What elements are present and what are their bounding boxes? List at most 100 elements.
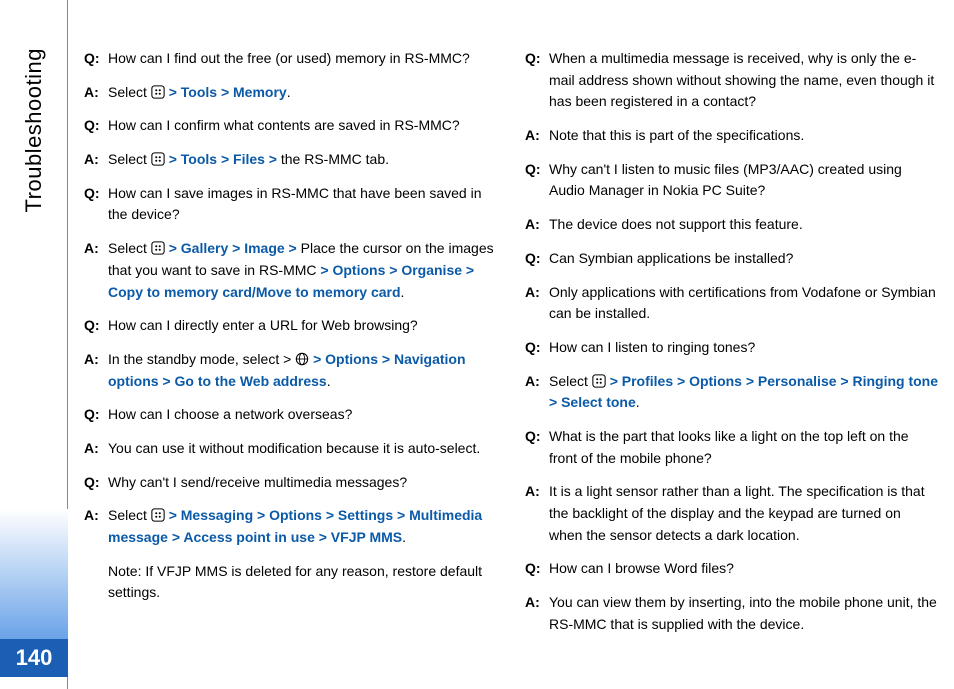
qa-item: A: Note that this is part of the specifi…: [525, 125, 938, 147]
qa-item: Q: Why can't I listen to music files (MP…: [525, 159, 938, 202]
q-label: Q:: [84, 183, 108, 226]
q-text: Why can't I send/receive multimedia mess…: [108, 472, 497, 494]
a-post: .: [402, 529, 406, 545]
note-item: Note: If VFJP MMS is deleted for any rea…: [84, 561, 497, 604]
content-area: Q: How can I find out the free (or used)…: [84, 48, 938, 673]
a-text: Select > Gallery > Image > Place the cur…: [108, 238, 497, 303]
a-text: Only applications with certifications fr…: [549, 282, 938, 325]
a-label: A:: [84, 238, 108, 303]
q-label: Q:: [84, 472, 108, 494]
a-link: > Tools > Files >: [169, 151, 281, 167]
a-text: You can use it without modification beca…: [108, 438, 497, 460]
a-text: Select > Profiles > Options > Personalis…: [549, 371, 938, 414]
a-post: .: [287, 84, 291, 100]
a-text: The device does not support this feature…: [549, 214, 938, 236]
q-text: Can Symbian applications be installed?: [549, 248, 938, 270]
q-text: What is the part that looks like a light…: [549, 426, 938, 469]
section-title-container: Troubleshooting: [0, 0, 68, 400]
qa-item: Q: How can I listen to ringing tones?: [525, 337, 938, 359]
qa-item: A: Select > Tools > Memory.: [84, 82, 497, 104]
q-text: How can I browse Word files?: [549, 558, 938, 580]
qa-item: Q: How can I confirm what contents are s…: [84, 115, 497, 137]
a-label: A:: [525, 125, 549, 147]
a-link: > Messaging > Options > Settings > Multi…: [108, 507, 482, 545]
a-label: A:: [525, 481, 549, 546]
qa-item: Q: How can I directly enter a URL for We…: [84, 315, 497, 337]
menu-key-icon: [151, 240, 165, 254]
q-label: Q:: [525, 337, 549, 359]
qa-item: Q: How can I find out the free (or used)…: [84, 48, 497, 70]
qa-item: A: You can view them by inserting, into …: [525, 592, 938, 635]
qa-item: Q: Can Symbian applications be installed…: [525, 248, 938, 270]
a-text: Select > Tools > Memory.: [108, 82, 497, 104]
note-spacer: [84, 561, 108, 604]
a-post: the RS-MMC tab.: [281, 151, 389, 167]
q-label: Q:: [525, 426, 549, 469]
q-label: Q:: [84, 115, 108, 137]
a-text: In the standby mode, select > > Options …: [108, 349, 497, 392]
page-number: 140: [0, 639, 68, 677]
section-title: Troubleshooting: [21, 48, 47, 212]
q-label: Q:: [84, 315, 108, 337]
qa-item: Q: When a multimedia message is received…: [525, 48, 938, 113]
menu-key-icon: [151, 84, 165, 98]
a-text: Select > Tools > Files > the RS-MMC tab.: [108, 149, 497, 171]
a-label: A:: [525, 282, 549, 325]
q-label: Q:: [525, 248, 549, 270]
qa-item: A: Select > Gallery > Image > Place the …: [84, 238, 497, 303]
a-post: .: [636, 394, 640, 410]
a-label: A:: [84, 438, 108, 460]
a-label: A:: [84, 149, 108, 171]
qa-item: Q: What is the part that looks like a li…: [525, 426, 938, 469]
qa-item: A: Only applications with certifications…: [525, 282, 938, 325]
a-label: A:: [84, 82, 108, 104]
q-text: How can I save images in RS-MMC that hav…: [108, 183, 497, 226]
a-label: A:: [84, 349, 108, 392]
q-text: How can I choose a network overseas?: [108, 404, 497, 426]
q-label: Q:: [525, 558, 549, 580]
q-text: Why can't I listen to music files (MP3/A…: [549, 159, 938, 202]
a-post: .: [401, 284, 405, 300]
a-label: A:: [525, 592, 549, 635]
a-link: > Gallery > Image >: [169, 240, 301, 256]
a-pre: Select: [108, 507, 151, 523]
column-left: Q: How can I find out the free (or used)…: [84, 48, 497, 673]
a-text: Note that this is part of the specificat…: [549, 125, 938, 147]
qa-item: Q: Why can't I send/receive multimedia m…: [84, 472, 497, 494]
side-gradient: [0, 509, 68, 639]
a-link: > Tools > Memory: [169, 84, 287, 100]
side-rail: Troubleshooting 140: [0, 0, 68, 689]
a-pre: Select: [108, 240, 151, 256]
a-pre: In the standby mode, select >: [108, 351, 295, 367]
a-pre: Select: [108, 151, 151, 167]
menu-key-icon: [592, 373, 606, 387]
qa-item: A: It is a light sensor rather than a li…: [525, 481, 938, 546]
qa-item: Q: How can I save images in RS-MMC that …: [84, 183, 497, 226]
q-text: How can I confirm what contents are save…: [108, 115, 497, 137]
menu-key-icon: [151, 507, 165, 521]
q-text: How can I find out the free (or used) me…: [108, 48, 497, 70]
a-label: A:: [84, 505, 108, 548]
qa-item: A: Select > Tools > Files > the RS-MMC t…: [84, 149, 497, 171]
q-text: When a multimedia message is received, w…: [549, 48, 938, 113]
a-text: Select > Messaging > Options > Settings …: [108, 505, 497, 548]
q-text: How can I directly enter a URL for Web b…: [108, 315, 497, 337]
qa-item: Q: How can I choose a network overseas?: [84, 404, 497, 426]
a-pre: Select: [549, 373, 592, 389]
menu-key-icon: [151, 151, 165, 165]
note-text: Note: If VFJP MMS is deleted for any rea…: [108, 561, 497, 604]
q-text: How can I listen to ringing tones?: [549, 337, 938, 359]
q-label: Q:: [525, 48, 549, 113]
a-pre: Select: [108, 84, 151, 100]
qa-item: A: Select > Messaging > Options > Settin…: [84, 505, 497, 548]
a-text: It is a light sensor rather than a light…: [549, 481, 938, 546]
a-label: A:: [525, 371, 549, 414]
qa-item: A: The device does not support this feat…: [525, 214, 938, 236]
q-label: Q:: [525, 159, 549, 202]
a-text: You can view them by inserting, into the…: [549, 592, 938, 635]
qa-item: A: You can use it without modification b…: [84, 438, 497, 460]
a-label: A:: [525, 214, 549, 236]
column-right: Q: When a multimedia message is received…: [525, 48, 938, 673]
q-label: Q:: [84, 48, 108, 70]
qa-item: A: In the standby mode, select > > Optio…: [84, 349, 497, 392]
